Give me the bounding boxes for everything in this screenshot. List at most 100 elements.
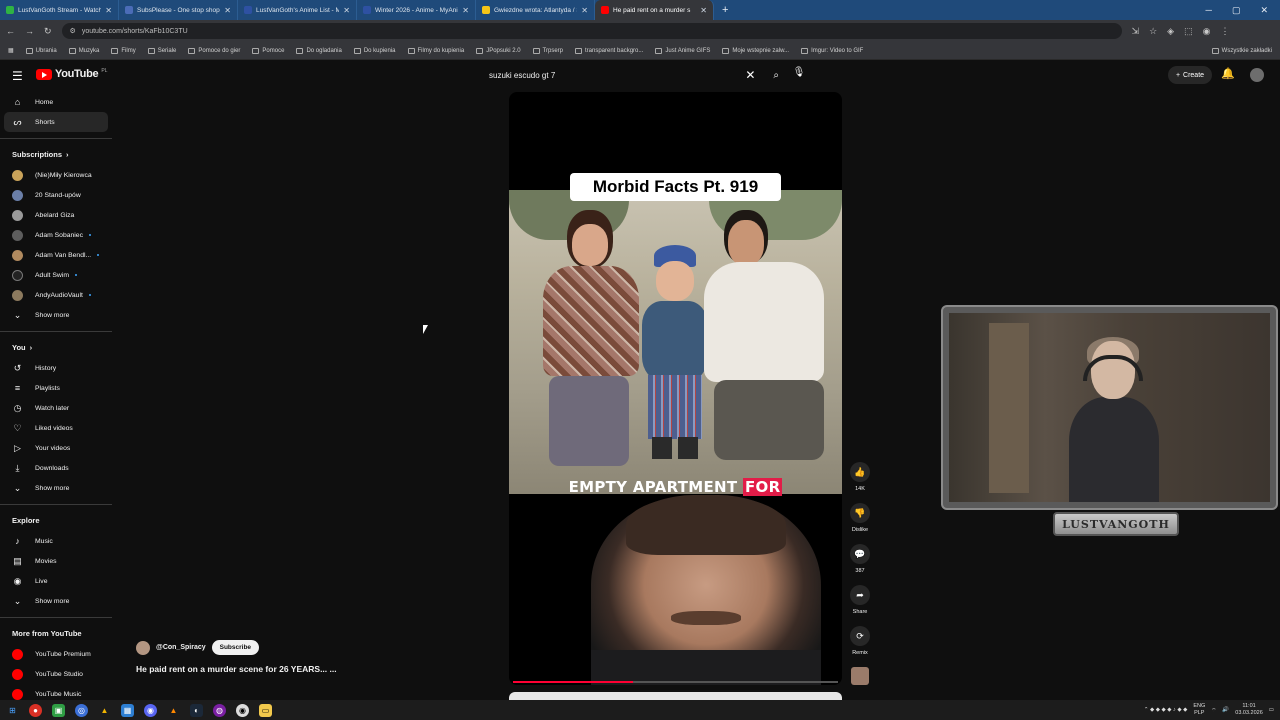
bookmark-folder[interactable]: Ubrania: [25, 47, 57, 54]
show-more-explore[interactable]: ⌄ Show more: [0, 591, 116, 611]
clear-search-icon[interactable]: ✕: [745, 68, 755, 82]
close-window-icon[interactable]: ✕: [1260, 5, 1268, 16]
bookmark-link[interactable]: transparent backgro...: [575, 47, 643, 54]
sidebar-item-live[interactable]: ◉ Live: [0, 571, 116, 591]
terminal-icon[interactable]: ▣: [52, 703, 65, 717]
sidebar-item-liked-videos[interactable]: ♡ Liked videos: [0, 418, 116, 438]
sidebar-item-subscription[interactable]: (Nie)Miły Kierowca: [0, 165, 116, 185]
video-progress-bar[interactable]: [513, 681, 838, 683]
forward-icon[interactable]: →: [25, 26, 34, 36]
bookmark-folder[interactable]: Muzyka: [68, 47, 99, 54]
like-button[interactable]: 👍 14K: [846, 462, 874, 492]
clock[interactable]: 11:01 03.03.2026: [1235, 703, 1263, 717]
back-icon[interactable]: ←: [6, 26, 15, 36]
sidebar-item-music[interactable]: ♪ Music: [0, 531, 116, 551]
sidebar-item-youtube-premium[interactable]: YouTube Premium: [0, 644, 116, 664]
bookmark-link[interactable]: Just Anime GIFS: [655, 47, 710, 54]
you-heading[interactable]: You ›: [0, 336, 116, 358]
bookmark-folder[interactable]: Pomoce do gier: [188, 47, 240, 54]
new-tab-icon[interactable]: +: [714, 4, 736, 16]
show-more-you[interactable]: ⌄ Show more: [0, 478, 116, 498]
install-icon[interactable]: ⇲: [1132, 26, 1140, 37]
chrome-icon[interactable]: ●: [29, 703, 42, 717]
bookmark-link[interactable]: JPopsuki 2.0: [476, 47, 521, 54]
bookmark-folder[interactable]: Pomoce: [252, 47, 284, 54]
close-tab-icon[interactable]: ✕: [462, 6, 469, 15]
browser-tab[interactable]: SubsPlease - One stop shop fo ✕: [119, 0, 238, 20]
windows-start-icon[interactable]: ⊞: [6, 704, 19, 717]
reload-icon[interactable]: ↻: [44, 26, 52, 37]
bookmark-folder[interactable]: Do ogladania: [296, 47, 342, 54]
search-input[interactable]: suzuki escudo gt 7: [481, 65, 745, 85]
sidebar-item-history[interactable]: ↺ History: [0, 358, 116, 378]
sidebar-item-subscription[interactable]: Adam Van Bendl...: [0, 245, 116, 265]
subscriptions-heading[interactable]: Subscriptions ›: [0, 143, 116, 165]
account-avatar[interactable]: [1250, 68, 1264, 82]
channel-thumbnail[interactable]: [851, 667, 869, 685]
sidebar-item-home[interactable]: ⌂ Home: [0, 92, 116, 112]
language-indicator[interactable]: ENG PLP: [1193, 703, 1205, 717]
sidebar-item-movies[interactable]: ▤ Movies: [0, 551, 116, 571]
sidebar-item-subscription[interactable]: Abelard Giza: [0, 205, 116, 225]
search-icon[interactable]: ⌕: [773, 70, 779, 81]
sidebar-item-subscription[interactable]: Adult Swim: [0, 265, 116, 285]
close-tab-icon[interactable]: ✕: [581, 6, 588, 15]
browser-tab-active[interactable]: He paid rent on a murder s ✕: [595, 0, 714, 20]
apps-icon[interactable]: ▦: [8, 47, 14, 54]
shorts-player[interactable]: Morbid Facts Pt. 919 EMPTY APARTMENT FOR: [509, 92, 842, 685]
sidebar-item-subscription[interactable]: 20 Stand-upów: [0, 185, 116, 205]
bookmark-link[interactable]: Moje wstepnie zalw...: [722, 47, 789, 54]
calculator-icon[interactable]: ▦: [121, 703, 134, 717]
app-icon[interactable]: ▲: [98, 704, 111, 717]
file-explorer-icon[interactable]: ▭: [259, 703, 272, 717]
show-more-subscriptions[interactable]: ⌄ Show more: [0, 305, 116, 325]
sidebar-item-youtube-studio[interactable]: YouTube Studio: [0, 664, 116, 684]
sidebar-item-shorts[interactable]: ᔕ Shorts: [4, 112, 108, 132]
url-field[interactable]: ⚙ youtube.com/shorts/KaFb10C3TU: [61, 23, 1122, 39]
notifications-icon[interactable]: ▭: [1269, 707, 1274, 713]
notifications-bell-icon[interactable]: 🔔: [1221, 67, 1235, 80]
comments-button[interactable]: 💬 387: [846, 544, 874, 574]
media-player-icon[interactable]: ◉: [236, 703, 249, 717]
next-short-peek[interactable]: [509, 692, 842, 700]
browser-icon[interactable]: ◎: [75, 703, 88, 717]
sidebar-item-subscription[interactable]: Adam Sobaniec: [0, 225, 116, 245]
hamburger-menu-icon[interactable]: ☰: [12, 69, 23, 83]
sidebar-item-playlists[interactable]: ≡ Playlists: [0, 378, 116, 398]
profile-icon[interactable]: ◉: [1203, 26, 1211, 37]
subscribe-button[interactable]: Subscribe: [211, 640, 260, 655]
tray-icons[interactable]: ⌃ ◆ ◆ ◆ ◆ ♪ ◆ ◆: [1144, 707, 1187, 713]
create-button[interactable]: + Create: [1168, 66, 1212, 84]
video-title[interactable]: He paid rent on a murder scene for 26 YE…: [136, 664, 337, 674]
share-button[interactable]: ➦ Share: [846, 585, 874, 615]
extension-icon[interactable]: ◈: [1167, 26, 1174, 37]
minimize-icon[interactable]: ─: [1206, 5, 1212, 16]
browser-tab[interactable]: Gwiezdne wrota: Atlantyda / St ✕: [476, 0, 595, 20]
bookmark-folder[interactable]: Filmy do kupienia: [407, 47, 464, 54]
bookmark-link[interactable]: Trpserp: [532, 47, 563, 54]
maximize-icon[interactable]: ▢: [1232, 5, 1241, 16]
dislike-button[interactable]: 👎 Dislike: [846, 503, 874, 533]
microphone-icon[interactable]: 🎙: [790, 67, 808, 83]
site-info-icon[interactable]: ⚙: [70, 27, 76, 35]
sidebar-item-subscription[interactable]: AndyAudioVault: [0, 285, 116, 305]
wifi-icon[interactable]: ⌔: [1211, 707, 1216, 714]
bookmark-folder[interactable]: Seriale: [147, 47, 176, 54]
close-tab-icon[interactable]: ✕: [224, 6, 231, 15]
bookmark-star-icon[interactable]: ☆: [1149, 26, 1157, 37]
browser-tab[interactable]: Winter 2026 - Anime - MyAnim ✕: [357, 0, 476, 20]
extensions-icon[interactable]: ⬚: [1184, 26, 1193, 37]
all-bookmarks[interactable]: Wszystkie zakładki: [1211, 47, 1272, 54]
menu-icon[interactable]: ⋮: [1220, 26, 1229, 37]
bookmark-folder[interactable]: Do kupienia: [353, 47, 396, 54]
channel-avatar[interactable]: [136, 640, 150, 655]
vlc-icon[interactable]: ▲: [167, 704, 180, 717]
discord-icon[interactable]: ◉: [144, 703, 157, 717]
bookmark-link[interactable]: Imgur: Video to GIF: [801, 47, 863, 54]
youtube-logo[interactable]: YouTube PL: [36, 68, 107, 80]
steam-icon[interactable]: ◐: [190, 703, 203, 717]
sidebar-item-downloads[interactable]: ⤓ Downloads: [0, 458, 116, 478]
bookmark-folder[interactable]: Filmy: [111, 47, 136, 54]
close-tab-icon[interactable]: ✕: [105, 6, 112, 15]
obs-icon[interactable]: ◍: [213, 703, 226, 717]
